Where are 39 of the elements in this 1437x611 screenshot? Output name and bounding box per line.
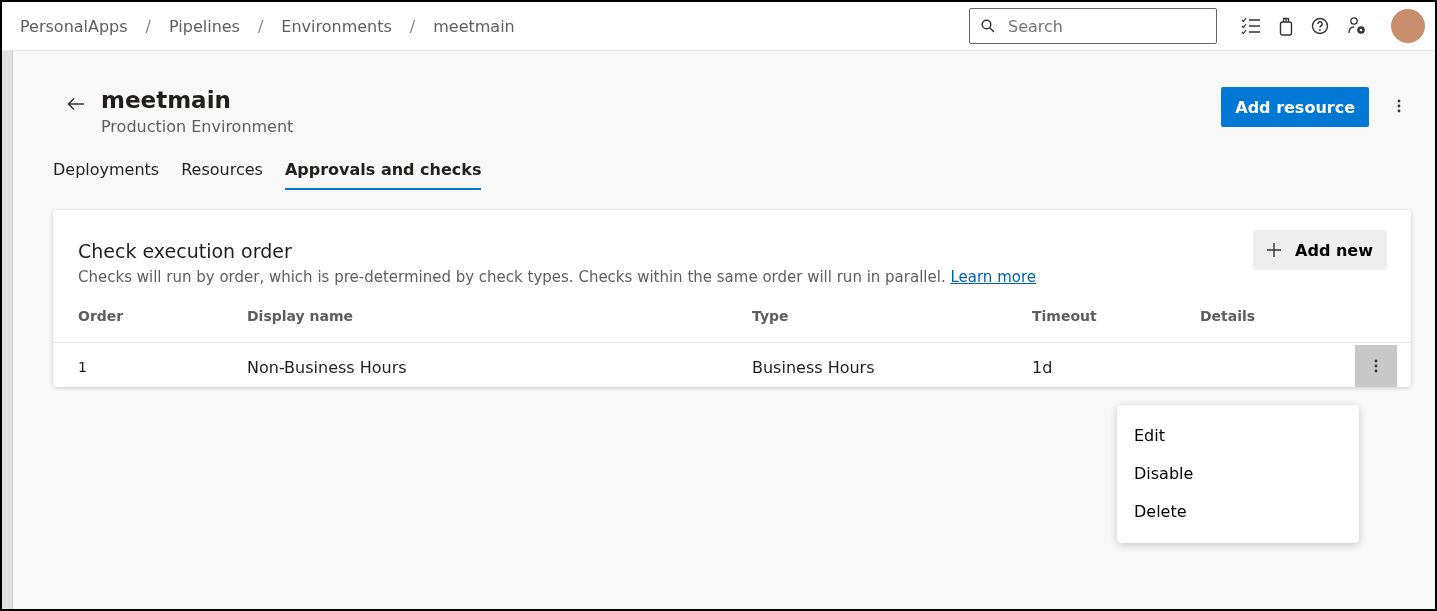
card-title: Check execution order: [78, 240, 293, 262]
table-cell: 1d: [1032, 357, 1053, 377]
back-arrow-icon[interactable]: [67, 97, 85, 111]
add-resource-button[interactable]: Add resource: [1221, 87, 1369, 127]
column-header: Type: [752, 307, 790, 326]
shopping-bag-icon[interactable]: [1279, 16, 1293, 36]
tab[interactable]: Deployments: [53, 152, 160, 190]
breadcrumb-link[interactable]: Pipelines: [169, 16, 240, 36]
breadcrumb-link[interactable]: PersonalApps: [20, 16, 128, 36]
page-title: meetmain: [101, 87, 232, 113]
checklist-icon[interactable]: [1241, 17, 1261, 35]
add-new-button[interactable]: Add new: [1253, 230, 1387, 270]
table-cell: 1: [78, 359, 87, 375]
breadcrumb-link[interactable]: Environments: [281, 16, 392, 36]
tab[interactable]: Resources: [181, 152, 263, 190]
menu-item[interactable]: Edit: [1117, 417, 1359, 455]
column-header: Display name: [247, 307, 355, 326]
more-icon: [1397, 99, 1401, 113]
menu-item[interactable]: Disable: [1117, 455, 1359, 493]
column-header: Timeout: [1032, 307, 1098, 326]
plus-icon: [1267, 243, 1282, 257]
help-icon[interactable]: [1311, 17, 1329, 35]
search-field[interactable]: Search: [969, 8, 1217, 44]
tab[interactable]: Approvals and checks: [284, 152, 482, 190]
breadcrumb-separator: /: [145, 16, 151, 36]
breadcrumb-separator: /: [409, 16, 416, 36]
user-settings-icon[interactable]: [1347, 16, 1367, 36]
more-icon: [1374, 359, 1378, 373]
menu-item[interactable]: Delete: [1117, 493, 1359, 531]
learn-more-link[interactable]: Learn more: [950, 268, 1036, 286]
column-header: Order: [77, 307, 125, 326]
page-subtitle: Production Environment: [101, 117, 295, 136]
table-cell: Business Hours: [752, 357, 875, 377]
breadcrumb-separator: /: [257, 16, 264, 36]
user-avatar[interactable]: [1391, 9, 1425, 43]
breadcrumb-link[interactable]: meetmain: [433, 16, 515, 36]
card-description: Checks will run by order, which is pre-determined by check types. Checks within the same order will run in parallel. Learn more: [78, 268, 1037, 286]
column-header: Details: [1200, 307, 1257, 326]
table-cell: Non-Business Hours: [247, 357, 407, 377]
